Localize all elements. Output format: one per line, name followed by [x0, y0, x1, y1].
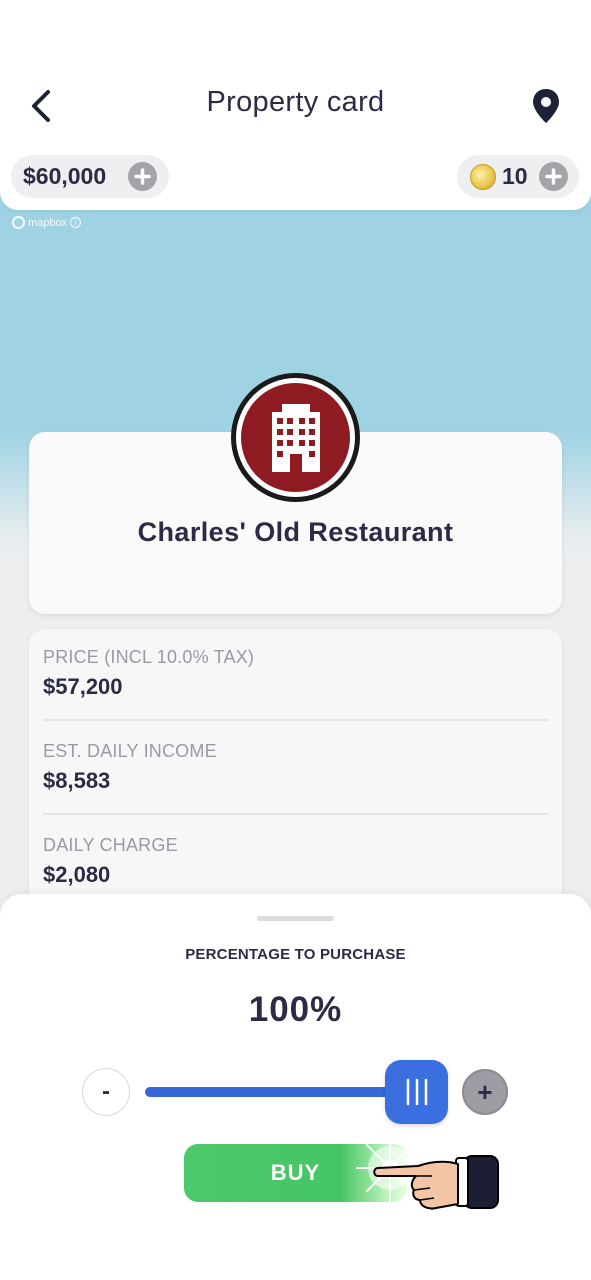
map-attribution[interactable]: mapbox i — [12, 216, 82, 229]
plus-icon — [545, 168, 562, 185]
coin-icon — [470, 163, 496, 190]
grip-icon — [406, 1078, 427, 1106]
info-icon[interactable]: i — [70, 217, 82, 228]
detail-value: $57,200 — [43, 674, 123, 699]
decrease-button[interactable]: - — [82, 1068, 130, 1116]
money-balance: $60,000 — [11, 155, 169, 198]
app-header: Property card $60,000 10 — [0, 0, 591, 210]
percentage-slider[interactable] — [145, 1060, 448, 1124]
detail-price: PRICE (INCL 10.0% TAX) $57,200 — [43, 647, 548, 700]
detail-daily-income: EST. DAILY INCOME $8,583 — [43, 741, 548, 794]
slider-thumb[interactable] — [385, 1060, 448, 1124]
detail-value: $8,583 — [43, 768, 111, 793]
detail-value: $2,080 — [43, 862, 111, 887]
purchase-label: PERCENTAGE TO PURCHASE — [185, 946, 406, 963]
detail-label: EST. DAILY INCOME — [43, 741, 217, 761]
mapbox-label: mapbox — [28, 216, 68, 229]
coin-balance: 10 — [457, 155, 579, 198]
percentage-value: 100% — [248, 990, 343, 1029]
property-details: PRICE (INCL 10.0% TAX) $57,200 EST. DAIL… — [29, 629, 562, 929]
property-badge — [231, 373, 360, 502]
detail-label: PRICE (INCL 10.0% TAX) — [43, 647, 255, 667]
increase-button[interactable]: + — [462, 1069, 508, 1115]
plus-icon — [134, 168, 151, 185]
mapbox-logo-icon — [12, 216, 25, 229]
location-button[interactable] — [530, 86, 562, 126]
purchase-sheet: PERCENTAGE TO PURCHASE 100% - + BUY — [0, 894, 591, 1280]
sheet-handle[interactable] — [257, 916, 334, 921]
detail-daily-charge: DAILY CHARGE $2,080 — [43, 835, 548, 888]
property-name: Charles' Old Restaurant — [137, 517, 454, 547]
map-pin-icon — [533, 89, 559, 123]
add-money-button[interactable] — [128, 162, 157, 191]
divider — [43, 813, 548, 815]
add-coins-button[interactable] — [539, 162, 568, 191]
divider — [43, 719, 548, 721]
money-balance-value: $60,000 — [23, 163, 107, 189]
coin-balance-value: 10 — [502, 163, 528, 189]
detail-label: DAILY CHARGE — [43, 835, 178, 855]
building-icon — [271, 403, 320, 472]
pointing-hand-icon — [373, 1155, 499, 1210]
page-title: Property card — [206, 86, 385, 118]
